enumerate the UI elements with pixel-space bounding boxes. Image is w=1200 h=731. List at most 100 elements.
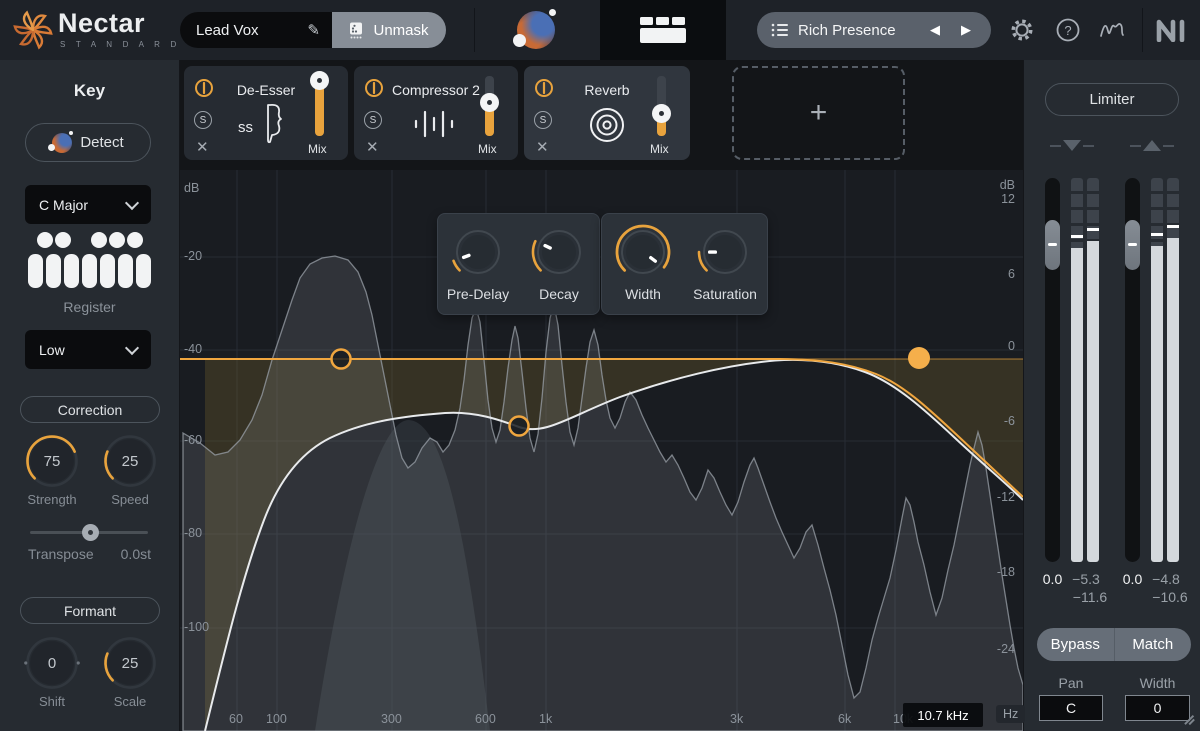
formant-section-button[interactable]: Formant: [20, 597, 160, 624]
axis-label: -60: [184, 433, 202, 447]
settings-gear-icon[interactable]: [1008, 16, 1036, 44]
de-esser-icon: ss: [232, 102, 292, 146]
limiter-label: Limiter: [1089, 91, 1134, 108]
eq-node-2: [510, 417, 529, 436]
saturation-label: Saturation: [680, 286, 770, 302]
toolbar: Nectar S T A N D A R D Lead Vox ✎ Unmask: [0, 0, 1200, 60]
spectrum-curve: [183, 256, 1023, 731]
close-icon[interactable]: ✕: [536, 138, 549, 156]
detect-orb-icon: [52, 133, 72, 153]
tab-modules-view[interactable]: [600, 0, 726, 60]
toolbar-divider-2: [1142, 8, 1143, 52]
module-card-reverb[interactable]: Reverb S ✕ Mix: [524, 66, 690, 160]
shift-value: 0: [24, 635, 80, 691]
correction-section-button[interactable]: Correction: [20, 396, 160, 423]
track-name-input[interactable]: Lead Vox ✎: [180, 12, 332, 48]
transpose-value: 0.0st: [121, 546, 151, 562]
scale-knob[interactable]: 25: [102, 635, 158, 691]
input-gain-fader-handle[interactable]: [1045, 220, 1060, 270]
svg-text:ss: ss: [238, 119, 253, 136]
register-dropdown[interactable]: Low: [25, 330, 151, 369]
solo-icon[interactable]: S: [534, 111, 552, 129]
close-icon[interactable]: ✕: [196, 138, 209, 156]
output-gain-fader-handle[interactable]: [1125, 220, 1140, 270]
preset-prev-button[interactable]: ◀: [924, 22, 946, 38]
solo-icon[interactable]: S: [194, 111, 212, 129]
pre-delay-knob[interactable]: [446, 220, 510, 284]
axis-label: -6: [1004, 414, 1015, 428]
transpose-slider-handle[interactable]: [82, 524, 99, 541]
freq-tick: 300: [381, 712, 402, 726]
chevron-down-icon: [125, 195, 139, 209]
assistant-orb-icon[interactable]: [517, 11, 555, 49]
resize-handle[interactable]: [1181, 712, 1195, 726]
plus-icon: +: [810, 96, 828, 130]
product-name: Nectar: [58, 8, 145, 39]
unmask-button[interactable]: Unmask: [332, 12, 446, 48]
saturation-knob[interactable]: [693, 220, 757, 284]
key-panel-title: Key: [0, 81, 179, 101]
input-rms-value: −11.6: [1064, 589, 1116, 605]
mix-slider-handle[interactable]: [652, 104, 671, 123]
compressor-icon: [410, 104, 462, 144]
preset-name: Rich Presence: [798, 22, 915, 39]
preset-selector[interactable]: Rich Presence ◀ ▶: [757, 12, 991, 48]
width-knob[interactable]: [611, 220, 675, 284]
detect-button[interactable]: Detect: [25, 123, 151, 162]
mix-label: Mix: [650, 142, 669, 156]
freq-tick: 6k: [838, 712, 851, 726]
key-value: C Major: [39, 197, 88, 213]
module-card-de-esser[interactable]: De-Esser S ✕ ss Mix: [184, 66, 348, 160]
output-gain-fader[interactable]: [1125, 178, 1140, 562]
input-meter-right: [1087, 178, 1099, 562]
edit-pencil-icon[interactable]: ✎: [307, 21, 320, 39]
key-dropdown[interactable]: C Major: [25, 185, 151, 224]
axis-label: dB: [184, 181, 199, 195]
preset-next-button[interactable]: ▶: [955, 22, 977, 38]
nectar-logo-icon: [12, 9, 54, 51]
input-gain-fader[interactable]: [1045, 178, 1060, 562]
match-button[interactable]: Match: [1114, 628, 1192, 661]
mix-label: Mix: [478, 142, 497, 156]
signature-squiggle-icon[interactable]: [1098, 16, 1126, 44]
strength-knob[interactable]: 75: [24, 433, 80, 489]
speed-value: 25: [102, 433, 158, 489]
scale-label: Scale: [96, 694, 164, 709]
chevron-down-icon: [125, 340, 139, 354]
svg-text:?: ?: [1064, 23, 1071, 38]
modules-grid-icon: [636, 17, 690, 43]
axis-label: -24: [997, 642, 1015, 656]
unmask-label: Unmask: [373, 22, 428, 39]
mix-slider-handle[interactable]: [310, 71, 329, 90]
output-rms-value: −10.6: [1144, 589, 1196, 605]
add-module-button[interactable]: +: [732, 66, 905, 160]
frequency-readout: 10.7 kHz: [903, 703, 983, 727]
scale-value: 25: [102, 635, 158, 691]
mix-slider-handle[interactable]: [480, 93, 499, 112]
bypass-button[interactable]: Bypass: [1037, 628, 1114, 661]
decay-knob[interactable]: [527, 220, 591, 284]
pan-value-box[interactable]: C: [1039, 695, 1103, 721]
threshold-marker-up[interactable]: [1130, 138, 1174, 154]
register-label: Register: [0, 299, 179, 315]
toolbar-divider: [474, 8, 475, 52]
reverb-card-time: Pre-Delay Decay: [437, 213, 600, 315]
eq-node-1: [332, 350, 351, 369]
output-peak-value: −4.8: [1146, 571, 1186, 587]
speed-knob[interactable]: 25: [102, 433, 158, 489]
bypass-match-buttons: Bypass Match: [1037, 628, 1191, 661]
module-card-compressor[interactable]: Compressor 2 S ✕ Mix: [354, 66, 518, 160]
threshold-marker-down[interactable]: [1050, 138, 1094, 154]
close-icon[interactable]: ✕: [366, 138, 379, 156]
help-icon[interactable]: ?: [1054, 16, 1082, 44]
axis-label: -18: [997, 565, 1015, 579]
solo-icon[interactable]: S: [364, 111, 382, 129]
reverb-card-tone: Width Saturation: [601, 213, 768, 315]
pre-delay-label: Pre-Delay: [433, 286, 523, 302]
limiter-button[interactable]: Limiter: [1045, 83, 1179, 116]
spectrum-display[interactable]: dB -20 -40 -60 -80 -100 dB 12 6 0 -6 -12…: [180, 170, 1023, 731]
shift-knob[interactable]: 0: [24, 635, 80, 691]
nectar-plugin-window: Nectar S T A N D A R D Lead Vox ✎ Unmask: [0, 0, 1200, 731]
piano-keys-display: [28, 236, 152, 292]
axis-label: dB: [1000, 178, 1015, 192]
